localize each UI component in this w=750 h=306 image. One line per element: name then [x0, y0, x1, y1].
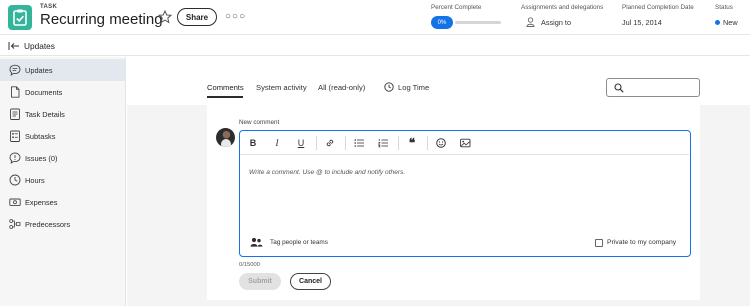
active-tab-indicator [207, 96, 243, 98]
numbered-list-button[interactable] [377, 137, 389, 149]
sidebar-item-label: Expenses [25, 198, 58, 207]
task-badge [8, 5, 32, 30]
comment-placeholder[interactable]: Write a comment. Use @ to include and no… [249, 169, 405, 176]
tab-system-activity[interactable]: System activity [256, 83, 307, 92]
share-button[interactable]: Share [177, 8, 217, 26]
sidebar-item-hours[interactable]: Hours [0, 169, 126, 191]
percent-complete-track[interactable] [455, 21, 501, 24]
insert-image-button[interactable] [459, 137, 471, 149]
character-count: 0/15000 [239, 262, 260, 268]
private-checkbox[interactable] [595, 239, 603, 247]
subtasks-icon [10, 130, 20, 142]
toolbar-divider [316, 136, 317, 150]
sidebar-item-label: Documents [25, 88, 63, 97]
sidebar-item-label: Updates [25, 66, 53, 75]
italic-button[interactable]: I [271, 137, 283, 149]
toolbar-divider [427, 136, 428, 150]
private-label[interactable]: Private to my company [607, 239, 676, 246]
bullet-list-button[interactable] [353, 137, 365, 149]
predecessors-icon [9, 219, 21, 229]
expenses-icon [9, 198, 21, 206]
search-input[interactable] [606, 78, 700, 97]
log-time-button[interactable]: Log Time [398, 83, 429, 92]
search-icon [614, 83, 624, 93]
emoji-button[interactable] [435, 137, 447, 149]
sidebar-item-label: Issues (0) [25, 154, 58, 163]
sidebar-item-predecessors[interactable]: Predecessors [0, 213, 126, 235]
clock-icon[interactable] [384, 82, 394, 92]
percent-complete-value[interactable]: 0% [431, 16, 453, 29]
task-header: TASK Recurring meeting Share ○○○ Percent… [0, 0, 750, 35]
sidebar-item-label: Task Details [25, 110, 65, 119]
avatar [216, 128, 235, 147]
sidebar-item-label: Hours [25, 176, 45, 185]
tab-comments[interactable]: Comments [207, 83, 244, 92]
tag-people-button[interactable]: Tag people or teams [270, 239, 328, 246]
percent-complete-label: Percent Complete [431, 4, 482, 11]
clock-icon [9, 174, 21, 186]
sidebar-item-expenses[interactable]: Expenses [0, 191, 126, 213]
bold-button[interactable]: B [247, 137, 259, 149]
sidebar-item-updates[interactable]: Updates [0, 59, 126, 81]
assignments-label: Assignments and delegations [521, 4, 604, 11]
issues-icon [9, 152, 21, 164]
quote-button[interactable]: ❝ [406, 136, 418, 150]
tab-all-read-only[interactable]: All (read-only) [318, 83, 365, 92]
editor-toolbar: B I U ❝ [240, 131, 689, 155]
status-dot [715, 20, 720, 25]
speech-bubble-icon [9, 64, 21, 76]
new-comment-card: New comment B I U ❝ Write a comment. Use… [207, 105, 700, 300]
planned-completion-label: Planned Completion Date [622, 4, 694, 11]
clipboard-check-icon [13, 9, 27, 26]
toolbar-divider [345, 136, 346, 150]
subheader-title: Updates [24, 41, 55, 51]
updates-subheader: Updates [0, 36, 750, 56]
task-kicker: TASK [40, 4, 58, 10]
collapse-panel-icon[interactable] [8, 41, 20, 51]
link-button[interactable] [324, 137, 336, 149]
task-title[interactable]: Recurring meeting [40, 11, 163, 28]
underline-button[interactable]: U [295, 137, 307, 149]
link-icon [326, 139, 334, 147]
comment-editor[interactable]: B I U ❝ Write a comment. Use @ to includ… [239, 130, 691, 257]
submit-button[interactable]: Submit [239, 273, 281, 290]
tag-people-icon[interactable] [250, 237, 263, 247]
document-icon [11, 86, 20, 98]
assign-to-link[interactable]: Assign to [541, 18, 571, 27]
sidebar-item-issues[interactable]: Issues (0) [0, 147, 126, 169]
quote-icon: ❝ [408, 136, 416, 150]
sidebar-item-label: Subtasks [25, 132, 56, 141]
toolbar-divider [398, 136, 399, 150]
sidebar-item-task-details[interactable]: Task Details [0, 103, 126, 125]
left-nav: Updates Documents Task Details Subtasks [0, 57, 126, 306]
sidebar-item-subtasks[interactable]: Subtasks [0, 125, 126, 147]
sidebar-item-label: Predecessors [25, 220, 71, 229]
image-icon [459, 138, 470, 148]
user-icon [526, 17, 535, 27]
sidebar-item-documents[interactable]: Documents [0, 81, 126, 103]
task-details-icon [10, 108, 20, 120]
numbered-list-icon [377, 139, 388, 148]
updates-panel: Comments System activity All (read-only)… [127, 57, 750, 306]
emoji-icon [436, 138, 446, 148]
star-icon[interactable] [158, 10, 172, 24]
bullet-list-icon [353, 139, 364, 147]
status-value[interactable]: New [723, 18, 738, 27]
new-comment-label: New comment [239, 119, 280, 126]
more-options-icon[interactable]: ○○○ [225, 11, 246, 22]
planned-completion-date[interactable]: Jul 15, 2014 [622, 18, 662, 27]
status-label: Status [715, 4, 733, 11]
cancel-button[interactable]: Cancel [290, 273, 331, 290]
updates-tabs: Comments System activity All (read-only)… [127, 57, 750, 105]
